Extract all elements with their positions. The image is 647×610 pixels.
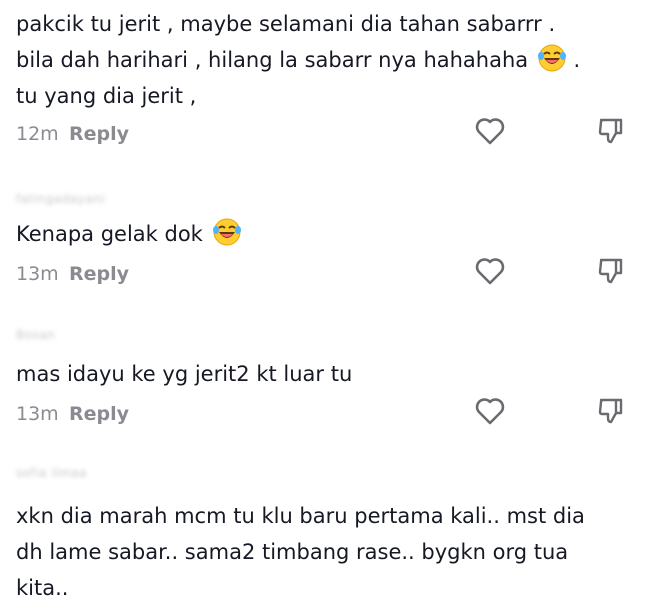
comment-meta: 13m Reply <box>16 402 129 426</box>
comment-text: mas idayu ke yg jerit2 kt luar tu <box>16 362 353 386</box>
comment-username[interactable]: Bosan <box>16 328 55 342</box>
heart-outline-icon[interactable] <box>474 256 506 286</box>
heart-outline-icon[interactable] <box>474 116 506 146</box>
laughing-emoji-icon <box>212 218 241 246</box>
laughing-emoji-icon <box>537 44 566 72</box>
comment-text: xkn dia marah mcm tu klu baru pertama ka… <box>16 504 585 600</box>
comment-time: 13m <box>16 263 59 285</box>
comment-username[interactable]: sofia ilmaa <box>16 466 87 480</box>
comment-meta: 13m Reply <box>16 262 129 286</box>
heart-outline-icon[interactable] <box>474 396 506 426</box>
reply-button[interactable]: Reply <box>69 403 129 425</box>
reply-button[interactable]: Reply <box>69 263 129 285</box>
comment-meta: 12m Reply <box>16 122 129 146</box>
thumbs-down-icon[interactable] <box>596 116 626 146</box>
comment-text: pakcik tu jerit , maybe selamani dia tah… <box>16 12 581 108</box>
thumbs-down-icon[interactable] <box>596 256 626 286</box>
comment-text: Kenapa gelak dok <box>16 216 631 252</box>
comment-username[interactable]: fatingadayani <box>16 192 105 206</box>
comment-time: 12m <box>16 123 59 145</box>
thumbs-down-icon[interactable] <box>596 396 626 426</box>
comment-time: 13m <box>16 403 59 425</box>
reply-button[interactable]: Reply <box>69 123 129 145</box>
